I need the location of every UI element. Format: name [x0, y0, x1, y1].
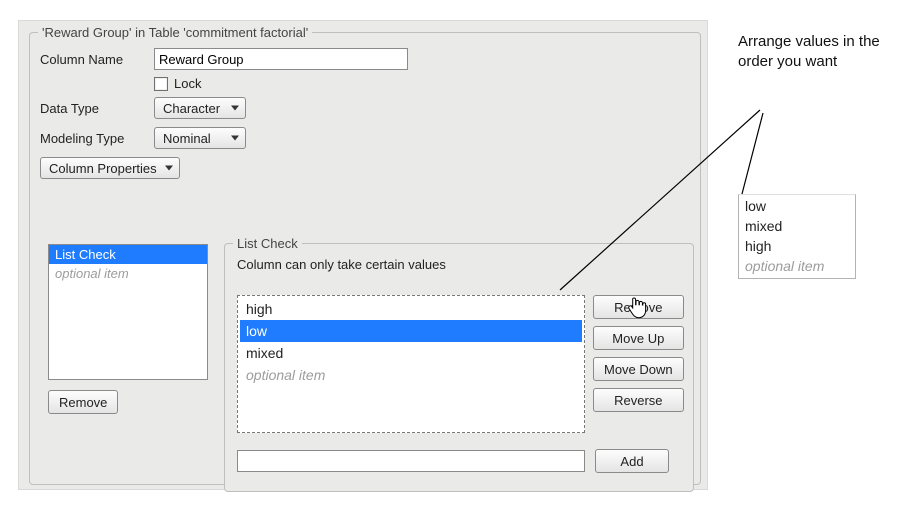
- data-type-label: Data Type: [40, 101, 146, 116]
- value-list[interactable]: high low mixed optional item: [237, 295, 585, 433]
- list-item-optional[interactable]: optional item: [49, 264, 207, 283]
- chevron-down-icon: [231, 136, 239, 141]
- column-name-row: Column Name: [40, 48, 690, 70]
- value-buttons: Remove Move Up Move Down Reverse: [593, 295, 684, 412]
- form-rows: Column Name Lock Data Type Character Mod…: [30, 40, 700, 149]
- list-check-fieldset: List Check Column can only take certain …: [224, 236, 694, 492]
- column-properties-label: Column Properties: [49, 161, 157, 176]
- value-item[interactable]: high: [240, 298, 582, 320]
- new-value-input[interactable]: [237, 450, 585, 472]
- modeling-type-value: Nominal: [163, 131, 211, 146]
- column-properties-dropdown[interactable]: Column Properties: [40, 157, 180, 179]
- column-properties-row: Column Properties: [40, 157, 700, 179]
- list-item[interactable]: List Check: [49, 245, 207, 264]
- remove-value-button[interactable]: Remove: [593, 295, 684, 319]
- modeling-type-row: Modeling Type Nominal: [40, 127, 690, 149]
- column-name-input[interactable]: [154, 48, 408, 70]
- list-check-legend: List Check: [233, 236, 302, 251]
- value-item[interactable]: low: [240, 320, 582, 342]
- lock-row: Lock: [154, 76, 690, 91]
- modeling-type-dropdown[interactable]: Nominal: [154, 127, 246, 149]
- column-name-label: Column Name: [40, 52, 146, 67]
- ordered-item: low: [741, 196, 853, 216]
- canvas: 'Reward Group' in Table 'commitment fact…: [0, 0, 914, 514]
- dialog-panel: 'Reward Group' in Table 'commitment fact…: [18, 20, 708, 490]
- ordered-item-optional: optional item: [741, 256, 853, 276]
- chevron-down-icon: [165, 166, 173, 171]
- move-up-button[interactable]: Move Up: [593, 326, 684, 350]
- value-item-optional[interactable]: optional item: [240, 364, 582, 386]
- add-value-button[interactable]: Add: [595, 449, 669, 473]
- annotation-text: Arrange values in the order you want: [738, 32, 898, 72]
- data-type-dropdown[interactable]: Character: [154, 97, 246, 119]
- move-down-button[interactable]: Move Down: [593, 357, 684, 381]
- lock-checkbox[interactable]: [154, 77, 168, 91]
- ordered-item: mixed: [741, 216, 853, 236]
- add-value-row: Add: [237, 449, 669, 473]
- data-type-row: Data Type Character: [40, 97, 690, 119]
- column-info-fieldset: 'Reward Group' in Table 'commitment fact…: [29, 25, 701, 485]
- properties-list[interactable]: List Check optional item: [48, 244, 208, 380]
- chevron-down-icon: [231, 106, 239, 111]
- reverse-button[interactable]: Reverse: [593, 388, 684, 412]
- list-check-caption: Column can only take certain values: [225, 251, 693, 278]
- lock-label: Lock: [174, 76, 201, 91]
- ordered-item: high: [741, 236, 853, 256]
- remove-property-button[interactable]: Remove: [48, 390, 118, 414]
- modeling-type-label: Modeling Type: [40, 131, 146, 146]
- data-type-value: Character: [163, 101, 220, 116]
- fieldset-legend: 'Reward Group' in Table 'commitment fact…: [38, 25, 312, 40]
- ordered-values-box: low mixed high optional item: [738, 194, 856, 279]
- value-item[interactable]: mixed: [240, 342, 582, 364]
